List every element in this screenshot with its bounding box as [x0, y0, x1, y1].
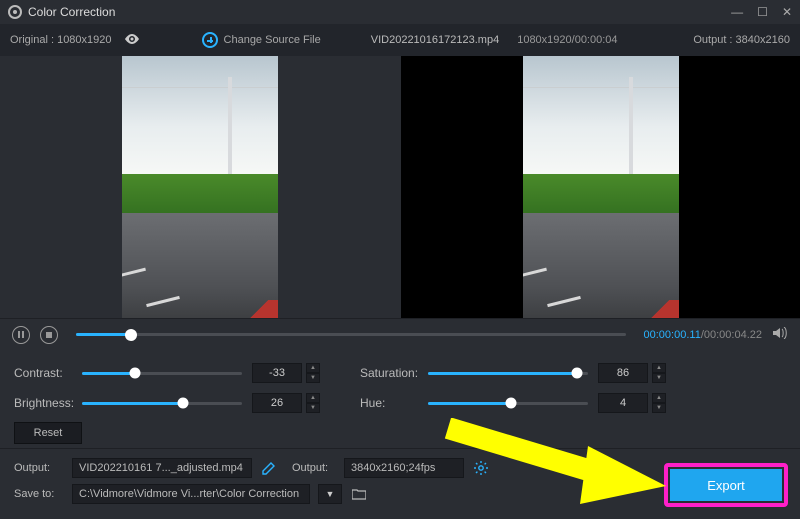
brightness-row: Brightness: 26 ▲▼ [14, 388, 320, 418]
output-format-label: Output: [292, 462, 336, 474]
source-meta: 1080x1920/00:00:04 [517, 34, 617, 46]
plus-icon [202, 32, 218, 48]
stop-button[interactable] [40, 326, 58, 344]
brightness-stepper[interactable]: ▲▼ [306, 393, 320, 413]
output-settings-icon[interactable] [472, 459, 490, 477]
original-resolution-label: Original : 1080x1920 [10, 34, 112, 46]
change-source-button[interactable]: Change Source File [202, 32, 321, 48]
change-source-label: Change Source File [224, 34, 321, 46]
adjustment-panel: Contrast: -33 ▲▼ Saturation: 86 ▲▼ Brigh… [0, 350, 800, 448]
hue-stepper[interactable]: ▲▼ [652, 393, 666, 413]
window-controls: — ☐ ✕ [731, 5, 792, 19]
preview-area [0, 56, 800, 318]
save-to-label: Save to: [14, 488, 64, 500]
open-folder-icon[interactable] [350, 485, 368, 503]
hue-slider[interactable] [428, 402, 588, 405]
preview-toggle-icon[interactable] [122, 34, 142, 47]
source-filename: VID20221016172123.mp4 [371, 34, 499, 46]
info-bar: Original : 1080x1920 Change Source File … [0, 24, 800, 56]
volume-icon[interactable] [772, 327, 788, 342]
brightness-label: Brightness: [14, 396, 82, 410]
time-total: 00:00:04.22 [704, 329, 762, 341]
save-path-field[interactable]: C:\Vidmore\Vidmore Vi...rter\Color Corre… [72, 484, 310, 504]
output-resolution-label: Output : 3840x2160 [693, 34, 790, 46]
contrast-row: Contrast: -33 ▲▼ [14, 358, 320, 388]
contrast-stepper[interactable]: ▲▼ [306, 363, 320, 383]
saturation-slider[interactable] [428, 372, 588, 375]
saturation-row: Saturation: 86 ▲▼ [360, 358, 666, 388]
brightness-value[interactable]: 26 [252, 393, 302, 413]
output-file-label: Output: [14, 462, 64, 474]
app-logo-icon [8, 5, 22, 19]
brightness-slider[interactable] [82, 402, 242, 405]
saturation-value[interactable]: 86 [598, 363, 648, 383]
save-path-dropdown[interactable]: ▼ [318, 484, 342, 504]
timeline-bar: 00:00:00.11/00:00:04.22 [0, 318, 800, 350]
progress-track[interactable] [76, 333, 626, 336]
reset-button[interactable]: Reset [14, 422, 82, 444]
maximize-button[interactable]: ☐ [757, 5, 768, 19]
contrast-value[interactable]: -33 [252, 363, 302, 383]
time-current: 00:00:00.11 [644, 329, 701, 341]
saturation-stepper[interactable]: ▲▼ [652, 363, 666, 383]
adjusted-frame [523, 56, 679, 318]
hue-value[interactable]: 4 [598, 393, 648, 413]
contrast-slider[interactable] [82, 372, 242, 375]
hue-row: Hue: 4 ▲▼ [360, 388, 666, 418]
hue-label: Hue: [360, 396, 428, 410]
close-button[interactable]: ✕ [782, 5, 792, 19]
title-bar: Color Correction — ☐ ✕ [0, 0, 800, 24]
window-title: Color Correction [28, 5, 115, 19]
timecode: 00:00:00.11/00:00:04.22 [644, 329, 762, 341]
pause-button[interactable] [12, 326, 30, 344]
contrast-label: Contrast: [14, 366, 82, 380]
export-button[interactable]: Export [670, 469, 782, 501]
saturation-label: Saturation: [360, 366, 428, 380]
adjusted-preview [401, 56, 800, 318]
output-format-field[interactable]: 3840x2160;24fps [344, 458, 464, 478]
edit-filename-icon[interactable] [260, 459, 278, 477]
output-filename-field[interactable]: VID202210161 7..._adjusted.mp4 [72, 458, 252, 478]
original-frame [122, 56, 278, 318]
minimize-button[interactable]: — [731, 5, 743, 19]
original-preview [0, 56, 399, 318]
